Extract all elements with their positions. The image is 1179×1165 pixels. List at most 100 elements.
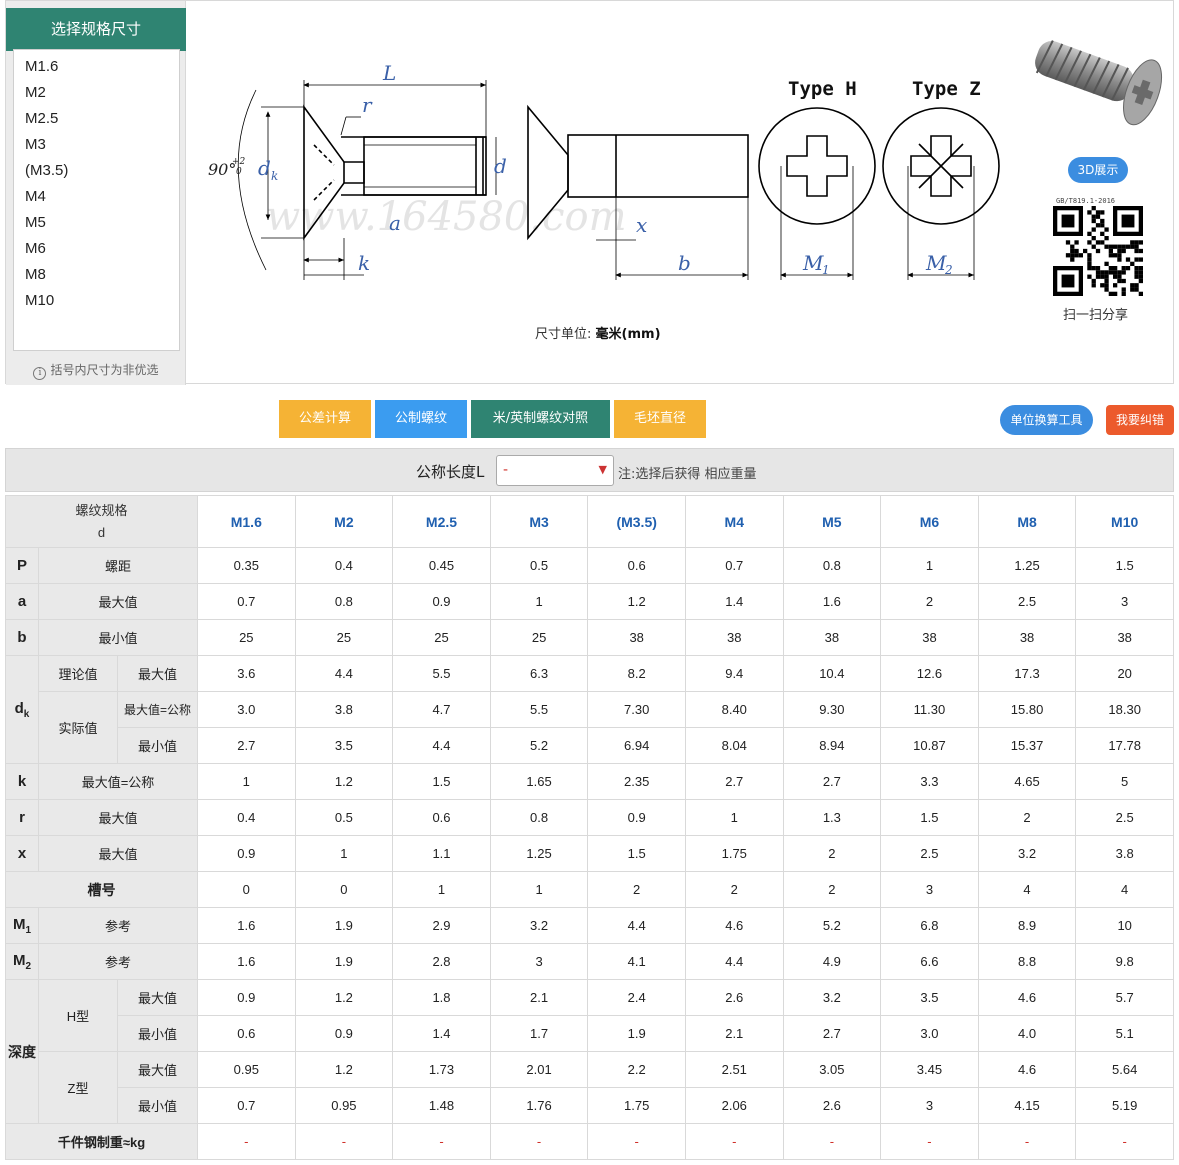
label-m2-sub: 2 <box>944 263 953 277</box>
row-symbol: 深度 <box>5 979 39 1124</box>
table-cell: 1.3 <box>782 799 882 836</box>
table-cell: 1.7 <box>489 1015 589 1052</box>
table-cell: 0 <box>294 871 394 908</box>
table-row: M1 参考 1.6 1.9 2.9 3.2 4.4 4.6 5.2 6.8 8.9 10 <box>5 907 1174 944</box>
spec-option[interactable]: (M3.5) <box>14 158 179 184</box>
table-cell: 0.9 <box>587 799 686 836</box>
row-label: 最小值 <box>117 1015 198 1052</box>
table-cell: 0.6 <box>197 1015 296 1052</box>
row-symbol: M1 <box>5 907 39 944</box>
table-cell: 15.37 <box>977 727 1077 764</box>
length-note: 注:选择后获得 相应重量 <box>618 467 757 482</box>
table-cell: 2.5 <box>1075 799 1174 836</box>
spec-option[interactable]: M1.6 <box>14 54 179 80</box>
spec-option[interactable]: M2.5 <box>14 106 179 132</box>
table-cell: 1 <box>489 583 589 620</box>
table-cell: 0.7 <box>197 583 296 620</box>
dk-symbol: d <box>14 699 24 717</box>
row-label: 最大值 <box>38 583 198 620</box>
table-cell: 0.8 <box>782 547 882 584</box>
column-header[interactable]: M3 <box>489 495 589 548</box>
table-cell: 12.6 <box>880 655 979 692</box>
table-cell: 2 <box>587 871 686 908</box>
screw-photo <box>1035 40 1163 126</box>
table-cell: 4.15 <box>977 1087 1077 1124</box>
table-cell: 2.7 <box>782 763 882 800</box>
table-row: P 螺距 0.35 0.4 0.45 0.5 0.6 0.7 0.8 1 1.25 1.5 <box>5 547 1174 584</box>
spec-option[interactable]: M8 <box>14 262 179 288</box>
table-cell: 8.8 <box>977 943 1077 980</box>
table-cell: 2.2 <box>587 1051 686 1088</box>
table-cell: 2.6 <box>782 1087 882 1124</box>
row-label: 千件钢制重≈kg <box>5 1123 198 1160</box>
column-header[interactable]: M8 <box>977 495 1077 548</box>
dk-sub: k <box>23 708 30 720</box>
table-cell: 4.4 <box>294 655 394 692</box>
table-cell: 5.19 <box>1075 1087 1174 1124</box>
column-header[interactable]: M4 <box>684 495 784 548</box>
table-cell: 2.7 <box>782 1015 882 1052</box>
table-cell: 4.1 <box>587 943 686 980</box>
table-cell: 4 <box>977 871 1077 908</box>
spec-list[interactable]: M1.6 M2 M2.5 M3 (M3.5) M4 M5 M6 M8 M10 <box>13 49 180 351</box>
table-cell: 38 <box>880 619 979 656</box>
m2-symbol: M <box>12 951 26 969</box>
column-header[interactable]: M6 <box>880 495 979 548</box>
blank-diameter-button[interactable]: 毛坯直径 <box>614 400 706 438</box>
table-cell: 4.9 <box>782 943 882 980</box>
table-cell: 3.3 <box>880 763 979 800</box>
column-header[interactable]: M10 <box>1075 495 1174 548</box>
column-header[interactable]: M1.6 <box>197 495 296 548</box>
table-cell: 3.8 <box>294 691 394 728</box>
table-cell: 1 <box>294 835 394 872</box>
table-cell: 1.9 <box>294 907 394 944</box>
table-cell: 8.2 <box>587 655 686 692</box>
row-symbol: dk <box>5 655 39 764</box>
table-cell: 1.5 <box>587 835 686 872</box>
column-header[interactable]: M5 <box>782 495 882 548</box>
label-m2: M <box>925 251 947 275</box>
table-cell: 5.2 <box>782 907 882 944</box>
report-error-button[interactable]: 我要纠错 <box>1106 405 1174 435</box>
length-select[interactable]: - ▼ <box>496 455 614 486</box>
label-a: a <box>389 211 401 235</box>
table-cell: 15.80 <box>977 691 1077 728</box>
tolerance-calc-button[interactable]: 公差计算 <box>279 400 371 438</box>
row-symbol: b <box>5 619 39 656</box>
unit-conversion-button[interactable]: 单位换算工具 <box>1000 405 1093 435</box>
spec-option[interactable]: M4 <box>14 184 179 210</box>
spec-option[interactable]: M6 <box>14 236 179 262</box>
label-type-z: Type Z <box>912 78 981 100</box>
table-cell: 1.5 <box>1075 547 1174 584</box>
table-cell: 38 <box>1075 619 1174 656</box>
spec-option[interactable]: M3 <box>14 132 179 158</box>
table-cell: 3 <box>880 871 979 908</box>
spec-option[interactable]: M2 <box>14 80 179 106</box>
column-header[interactable]: M2.5 <box>392 495 491 548</box>
table-cell: 38 <box>782 619 882 656</box>
table-cell: 6.8 <box>880 907 979 944</box>
spec-table: 螺纹规格 d M1.6 M2 M2.5 M3 (M3.5) M4 M5 M6 M8 M10 P 螺… <box>5 495 1174 1160</box>
column-header[interactable]: (M3.5) <box>587 495 686 548</box>
spec-option[interactable]: M5 <box>14 210 179 236</box>
thread-convert-button[interactable]: 米/英制螺纹对照 <box>471 400 610 438</box>
table-cell: 1.76 <box>489 1087 589 1124</box>
table-cell: 10 <box>1075 907 1174 944</box>
table-cell: 9.30 <box>782 691 882 728</box>
table-cell: 2.51 <box>684 1051 784 1088</box>
table-cell: 4.4 <box>587 907 686 944</box>
row-symbol: r <box>5 799 39 836</box>
metric-thread-button[interactable]: 公制螺纹 <box>375 400 467 438</box>
column-header[interactable]: M2 <box>294 495 394 548</box>
table-cell: 0.7 <box>684 547 784 584</box>
spec-option[interactable]: M10 <box>14 288 179 314</box>
table-cell: 1.25 <box>977 547 1077 584</box>
row-label: 最小值 <box>117 1087 198 1124</box>
screw-technical-drawing: www.164580.com L r d k 90° +2 0 d a k x … <box>208 61 1000 280</box>
table-cell: 38 <box>684 619 784 656</box>
3d-view-button[interactable]: 3D展示 <box>1068 157 1128 183</box>
table-cell: 10.87 <box>880 727 979 764</box>
table-cell: 0.4 <box>197 799 296 836</box>
table-cell: 0.4 <box>294 547 394 584</box>
table-cell: 1.6 <box>782 583 882 620</box>
